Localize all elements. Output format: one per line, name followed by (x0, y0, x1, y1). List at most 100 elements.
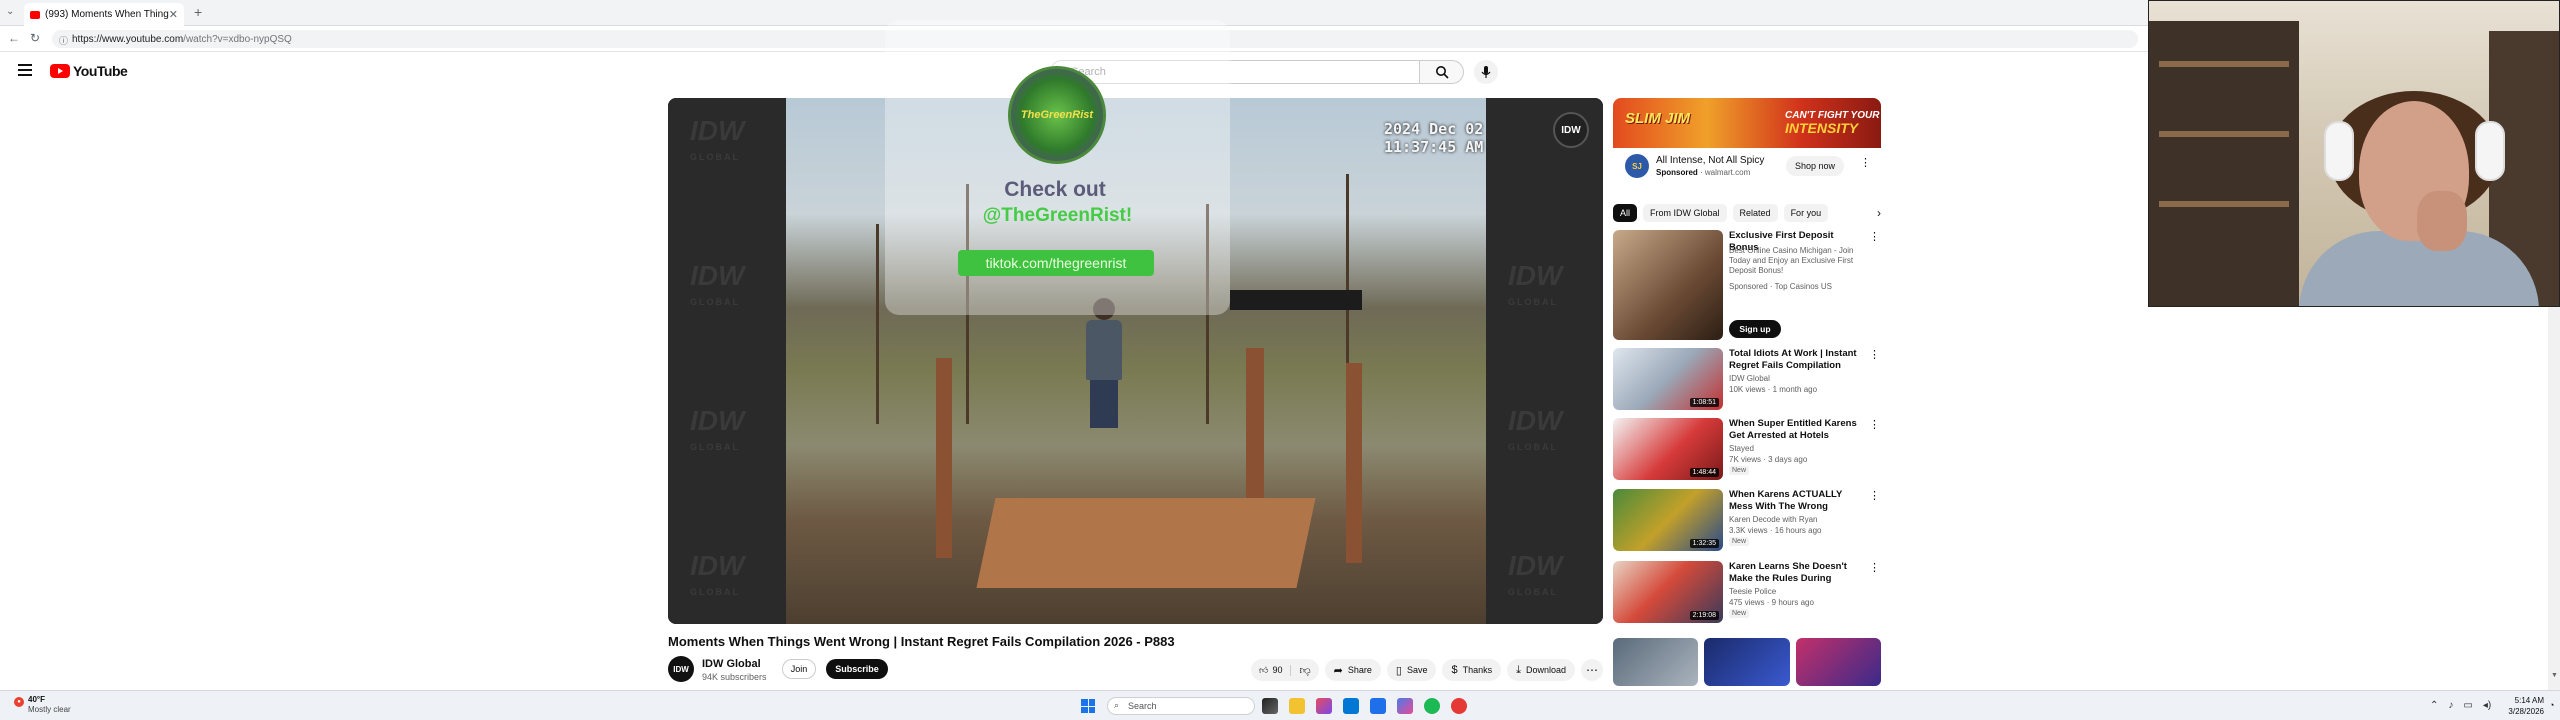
person-hand (2417, 191, 2467, 251)
site-info-icon[interactable]: ⓘ (59, 34, 68, 47)
taskbar-search[interactable]: ⌕ Search (1107, 697, 1255, 715)
watermark: IDW GLOBAL (1508, 260, 1563, 308)
task-view-icon[interactable] (1262, 698, 1278, 714)
rec-thumbnail[interactable]: 1:08:51 (1613, 348, 1723, 410)
rec-thumbnail[interactable] (1613, 638, 1699, 686)
youtube-logo[interactable]: YouTube (50, 63, 128, 79)
rec-title[interactable]: When Super Entitled Karens Get Arrested … (1729, 418, 1861, 442)
close-tab-icon[interactable]: ✕ (169, 8, 178, 21)
edge-icon[interactable] (1343, 698, 1359, 714)
scroll-down-arrow-icon[interactable]: ▼ (2551, 672, 2558, 679)
rec-thumbnail[interactable]: 1:48:44 (1613, 418, 1723, 480)
chrome-icon[interactable] (1451, 698, 1467, 714)
notification-bell-icon[interactable]: ◔ (2549, 700, 2554, 710)
deck-post (1346, 363, 1362, 563)
back-arrow-icon[interactable]: ← (8, 31, 20, 45)
dislike-button[interactable]: 👎︎ (1291, 664, 1318, 677)
network-icon[interactable]: ▭ (2463, 700, 2472, 711)
duration-badge: 2:19:08 (1689, 611, 1719, 620)
more-recommendation-thumbnails (1613, 638, 1881, 686)
rec-thumbnail[interactable] (1704, 638, 1790, 686)
ad-banner-text: SLIM JIM (1625, 110, 1691, 127)
new-badge: New (1729, 609, 1750, 618)
subscriber-count: 94K subscribers (702, 672, 767, 682)
channel-name[interactable]: IDW Global (702, 658, 761, 670)
rec-thumbnail[interactable] (1795, 638, 1881, 686)
rec-menu-icon[interactable]: ⋮ (1869, 489, 1880, 502)
rec-channel[interactable]: Teesie Police (1729, 587, 1776, 596)
video-actions: 👍︎ 90 👎︎ ➦ Share ▯ Save $ Thanks ⤓ Download ⋯ (1251, 659, 1603, 681)
app-icon[interactable] (1370, 698, 1386, 714)
rec-title[interactable]: When Karens ACTUALLY Mess With The Wrong… (1729, 489, 1861, 513)
chip-from-channel[interactable]: From IDW Global (1643, 204, 1727, 222)
recommendation-item[interactable]: 1:48:44 When Super Entitled Karens Get A… (1613, 418, 1881, 482)
redaction-box (1230, 290, 1362, 310)
share-button[interactable]: ➦ Share (1324, 659, 1381, 681)
ad-thumbnail[interactable] (1613, 230, 1723, 340)
sign-up-button[interactable]: Sign up (1729, 320, 1781, 338)
subscribe-button[interactable]: Subscribe (826, 659, 888, 679)
chevron-right-icon[interactable]: › (1877, 206, 1881, 220)
channel-avatar[interactable]: IDW (668, 656, 694, 682)
ad-info: SJ All Intense, Not All Spicy Sponsored … (1613, 148, 1881, 190)
rec-channel[interactable]: Karen Decode with Ryan (1729, 515, 1818, 524)
hamburger-menu-icon[interactable] (18, 64, 32, 76)
channel-row: IDW IDW Global 94K subscribers Join Subs… (668, 656, 1603, 686)
save-button[interactable]: ▯ Save (1386, 659, 1437, 681)
store-icon[interactable] (1316, 698, 1332, 714)
left-pillarbox: IDW GLOBAL IDW GLOBAL IDW GLOBAL IDW GLOBAL (668, 98, 786, 624)
volume-icon[interactable]: ◂) (2483, 700, 2491, 711)
ad-menu-icon[interactable]: ⋮ (1860, 156, 1871, 169)
file-explorer-icon[interactable] (1289, 698, 1305, 714)
person-on-deck (1086, 298, 1122, 428)
duration-badge: 1:48:44 (1689, 468, 1719, 477)
channel-watermark-badge[interactable]: IDW (1553, 112, 1589, 148)
browser-tab-active[interactable]: (993) Moments When Things ✕ (24, 3, 184, 26)
clock-date: 3/28/2026 (2508, 707, 2544, 716)
windows-start-icon[interactable] (1081, 699, 1095, 713)
rec-menu-icon[interactable]: ⋮ (1869, 418, 1880, 431)
watermark: IDW GLOBAL (1508, 550, 1563, 598)
reload-icon[interactable]: ↻ (30, 31, 40, 45)
app-icon[interactable] (1397, 698, 1413, 714)
rec-channel[interactable]: Stayed (1729, 444, 1754, 453)
rec-channel[interactable]: IDW Global (1729, 374, 1770, 383)
ad-title[interactable]: All Intense, Not All Spicy (1656, 155, 1764, 166)
tab-list-chevron-icon[interactable]: ⌄ (6, 6, 14, 17)
join-button[interactable]: Join (782, 659, 816, 679)
chip-related[interactable]: Related (1732, 204, 1778, 222)
new-tab-plus-icon[interactable]: + (194, 4, 202, 20)
rec-menu-icon[interactable]: ⋮ (1869, 561, 1880, 574)
recommendation-item[interactable]: 1:32:35 When Karens ACTUALLY Mess With T… (1613, 489, 1881, 553)
rec-thumbnail[interactable]: 2:19:08 (1613, 561, 1723, 623)
rec-description: Best Online Casino Michigan - Join Today… (1729, 246, 1854, 275)
rec-menu-icon[interactable]: ⋮ (1869, 230, 1880, 243)
sponsored-recommendation[interactable]: Exclusive First Deposit Bonus Best Onlin… (1613, 230, 1881, 340)
streamer-webcam (2148, 0, 2560, 307)
rec-title[interactable]: Karen Learns She Doesn't Make the Rules … (1729, 561, 1861, 585)
tray-overflow-icon[interactable]: ⌃ (2430, 700, 2438, 711)
mic-tray-icon[interactable]: ♪ (2448, 700, 2453, 711)
recommendation-item[interactable]: 1:08:51 Total Idiots At Work | Instant R… (1613, 348, 1881, 412)
shop-now-button[interactable]: Shop now (1786, 156, 1844, 176)
chip-all[interactable]: All (1613, 204, 1638, 222)
promo-logo: TheGreenRist (1008, 66, 1106, 164)
search-button[interactable] (1420, 60, 1464, 84)
more-actions-button[interactable]: ⋯ (1581, 659, 1603, 681)
thanks-button[interactable]: $ Thanks (1442, 659, 1502, 681)
chip-for-you[interactable]: For you (1783, 204, 1829, 222)
youtube-favicon-icon (30, 10, 40, 19)
recommendation-item[interactable]: 2:19:08 Karen Learns She Doesn't Make th… (1613, 561, 1881, 625)
like-dislike-group: 👍︎ 90 👎︎ (1251, 659, 1319, 681)
rec-menu-icon[interactable]: ⋮ (1869, 348, 1880, 361)
spotify-icon[interactable] (1424, 698, 1440, 714)
save-label: Save (1406, 665, 1428, 675)
watermark: IDW GLOBAL (690, 115, 745, 163)
taskbar-clock[interactable]: 5:14 AM 3/28/2026 (2500, 695, 2544, 717)
rec-title[interactable]: Total Idiots At Work | Instant Regret Fa… (1729, 348, 1861, 372)
download-button[interactable]: ⤓ Download (1507, 659, 1575, 681)
deck-frame (976, 498, 1316, 588)
like-button[interactable]: 👍︎ 90 (1251, 664, 1292, 676)
rec-thumbnail[interactable]: 1:32:35 (1613, 489, 1723, 551)
voice-search-button[interactable] (1474, 60, 1498, 84)
